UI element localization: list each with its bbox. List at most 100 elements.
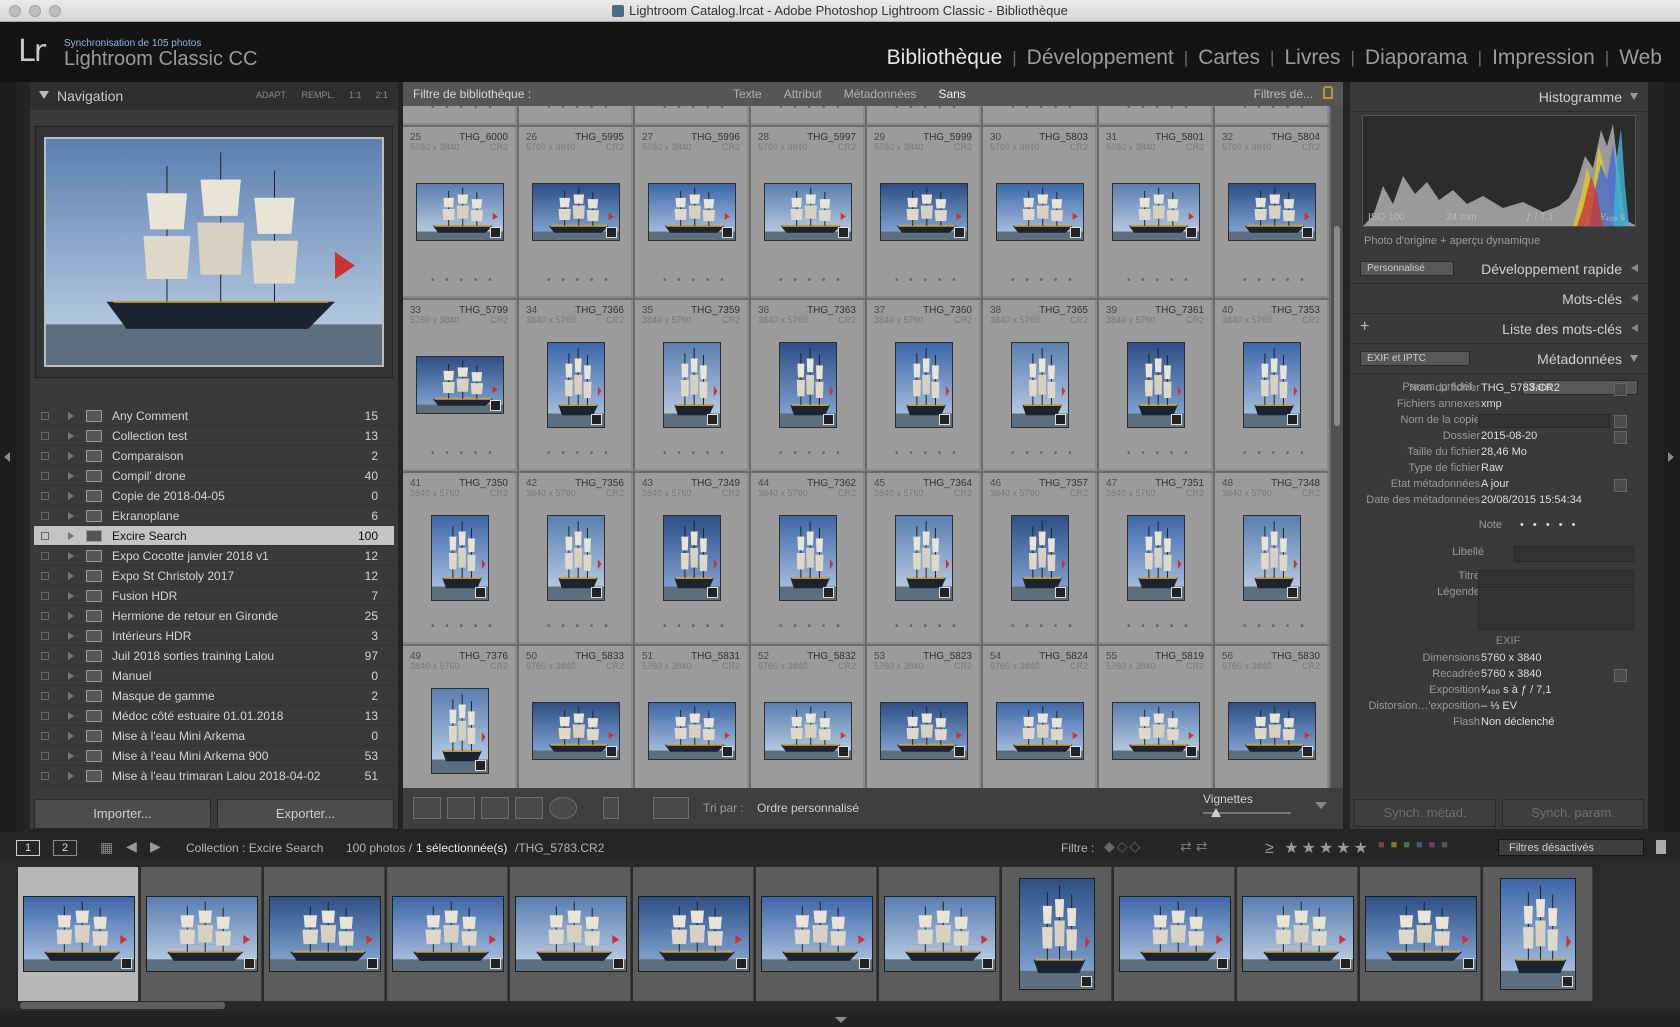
- module-1[interactable]: Développement: [1017, 46, 1184, 70]
- collection-row[interactable]: Mise à l'eau trimaran Lalou 2018-04-02 51: [34, 766, 394, 786]
- collection-row[interactable]: Expo Cocotte janvier 2018 v1 12: [34, 546, 394, 566]
- module-3[interactable]: Livres: [1274, 46, 1350, 70]
- disclosure-triangle-icon[interactable]: [68, 472, 74, 480]
- collection-checkbox[interactable]: [41, 432, 49, 440]
- disclosure-triangle-icon[interactable]: [68, 432, 74, 440]
- rating-stars[interactable]: • • • • •: [663, 621, 728, 632]
- thumbnail[interactable]: [648, 702, 736, 760]
- filmstrip-thumbnail[interactable]: [760, 896, 873, 972]
- collection-row[interactable]: Any Comment 15: [34, 406, 394, 426]
- left-panel-toggle-icon[interactable]: [4, 452, 10, 462]
- thumbnail[interactable]: [532, 702, 620, 760]
- collection-row[interactable]: Mise à l'eau Mini Arkema 900 53: [34, 746, 394, 766]
- metadata-header[interactable]: EXIF et IPTC Métadonnées: [1350, 344, 1648, 374]
- rating-stars[interactable]: • • • • •: [1520, 519, 1578, 531]
- rating-filter[interactable]: ≥ ★★★★★: [1265, 838, 1371, 858]
- metadata-badge-icon[interactable]: [707, 414, 718, 425]
- grid-cell[interactable]: 40 THG_7353 3840 x 5760 CR2 • • • • •: [1215, 300, 1329, 471]
- thumbnail[interactable]: [416, 183, 504, 241]
- rating-stars[interactable]: • • • • •: [779, 275, 844, 286]
- metadata-badge-icon[interactable]: [838, 227, 849, 238]
- grid-cell[interactable]: 55THG_58195760 x 3840CR2 • • • • •: [1099, 646, 1213, 788]
- thumbnail[interactable]: [431, 688, 489, 774]
- disclosure-triangle-icon[interactable]: [68, 412, 74, 420]
- bottom-panel-toggle-icon[interactable]: [835, 1017, 847, 1023]
- filmstrip-cell[interactable]: [879, 867, 1000, 1001]
- disclosure-triangle-icon[interactable]: [68, 672, 74, 680]
- filmstrip-cell[interactable]: [387, 867, 508, 1001]
- metadata-badge-icon[interactable]: [1081, 976, 1092, 987]
- filmstrip-thumbnail[interactable]: [22, 896, 135, 972]
- title-field[interactable]: [1478, 570, 1634, 585]
- rating-stars[interactable]: • • • • •: [895, 275, 960, 286]
- add-keyword-icon[interactable]: +: [1360, 318, 1369, 336]
- filmstrip-thumbnail[interactable]: [391, 896, 504, 972]
- rating-stars[interactable]: • • • • •: [1011, 448, 1076, 459]
- zoom-option-1[interactable]: REMPL.: [301, 90, 335, 100]
- collection-row[interactable]: Collection test 13: [34, 426, 394, 446]
- grid-cell[interactable]: • • • • •: [983, 106, 1097, 125]
- filmstrip-cell[interactable]: [1237, 867, 1358, 1001]
- module-2[interactable]: Cartes: [1188, 46, 1270, 70]
- filmstrip-cell[interactable]: [141, 867, 262, 1001]
- grid-cell[interactable]: 35 THG_7359 3840 x 5760 CR2 • • • • •: [635, 300, 749, 471]
- rating-stars[interactable]: • • • • •: [779, 448, 844, 459]
- filmstrip-thumbnail[interactable]: [883, 896, 996, 972]
- grid-cell[interactable]: 38 THG_7365 3840 x 5760 CR2 • • • • •: [983, 300, 1097, 471]
- thumbnail[interactable]: [431, 515, 489, 601]
- collection-checkbox[interactable]: [41, 492, 49, 500]
- grid-cell[interactable]: 44 THG_7362 3840 x 5760 CR2 • • • • •: [751, 473, 865, 644]
- grid-cell[interactable]: 39 THG_7361 3840 x 5760 CR2 • • • • •: [1099, 300, 1213, 471]
- disclosure-triangle-icon[interactable]: [68, 492, 74, 500]
- thumbnail[interactable]: [532, 183, 620, 241]
- zoom-option-0[interactable]: ADAPT.: [256, 90, 288, 100]
- collection-row[interactable]: Intérieurs HDR 3: [34, 626, 394, 646]
- collection-checkbox[interactable]: [41, 632, 49, 640]
- disclosure-triangle-icon[interactable]: [68, 712, 74, 720]
- edit-filter-icons[interactable]: ⇄⇄: [1180, 838, 1211, 855]
- filmstrip-scrollbar[interactable]: [20, 1002, 225, 1009]
- navigator-header[interactable]: Navigation ADAPT. REMPL. 1:1 2:1: [30, 82, 398, 110]
- rating-stars[interactable]: • • • • •: [547, 106, 612, 113]
- collection-checkbox[interactable]: [41, 472, 49, 480]
- metadata-badge-icon[interactable]: [1171, 414, 1182, 425]
- grid-cell[interactable]: 26 THG_5995 5760 x 3840 CR2 • • • • •: [519, 127, 633, 298]
- filter-option-3[interactable]: Sans: [938, 87, 965, 101]
- rating-stars[interactable]: • • • • •: [1011, 621, 1076, 632]
- metadata-badge-icon[interactable]: [1462, 958, 1474, 969]
- rating-stars[interactable]: • • • • •: [1243, 106, 1308, 113]
- collection-checkbox[interactable]: [41, 452, 49, 460]
- zoom-option-2[interactable]: 1:1: [349, 90, 362, 100]
- rating-stars[interactable]: • • • • •: [895, 448, 960, 459]
- collection-checkbox[interactable]: [41, 412, 49, 420]
- metadata-value[interactable]: A jour: [1481, 478, 1509, 490]
- rating-stars[interactable]: • • • • •: [1243, 448, 1308, 459]
- thumbnail[interactable]: [1112, 183, 1200, 241]
- rating-stars[interactable]: • • • • •: [779, 621, 844, 632]
- second-screen-button[interactable]: 2: [53, 840, 77, 856]
- metadata-badge-icon[interactable]: [1070, 746, 1081, 757]
- collection-row[interactable]: Masque de gamme 2: [34, 686, 394, 706]
- grid-cell[interactable]: 32 THG_5804 5760 x 3840 CR2 • • • • •: [1215, 127, 1329, 298]
- grid-cell[interactable]: 34 THG_7366 3840 x 5760 CR2 • • • • •: [519, 300, 633, 471]
- metadata-badge-icon[interactable]: [606, 227, 617, 238]
- metadata-badge-icon[interactable]: [1171, 587, 1182, 598]
- metadata-badge-icon[interactable]: [612, 958, 624, 969]
- color-label-field[interactable]: [1514, 546, 1634, 562]
- grid-cell[interactable]: 42 THG_7356 3840 x 5760 CR2 • • • • •: [519, 473, 633, 644]
- source-path[interactable]: Collection : Excire Search: [186, 841, 323, 855]
- right-panel-toggle-icon[interactable]: [1668, 452, 1674, 462]
- caption-field[interactable]: [1478, 586, 1634, 630]
- module-0[interactable]: Bibliothèque: [877, 46, 1013, 70]
- metadata-badge-icon[interactable]: [823, 414, 834, 425]
- rating-stars[interactable]: • • • • •: [431, 448, 496, 459]
- metadata-badge-icon[interactable]: [939, 587, 950, 598]
- filmstrip-thumbnail[interactable]: [514, 896, 627, 972]
- keyword-list-header[interactable]: + Liste des mots-clés: [1350, 314, 1648, 344]
- metadata-value[interactable]: 20/08/2015 15:54:34: [1481, 494, 1582, 506]
- rating-stars[interactable]: • • • • •: [1243, 621, 1308, 632]
- collection-row[interactable]: Fusion HDR 7: [34, 586, 394, 606]
- rating-stars[interactable]: • • • • •: [431, 621, 496, 632]
- sort-dropdown[interactable]: Ordre personnalisé: [757, 801, 859, 815]
- disclosure-triangle-icon[interactable]: [68, 572, 74, 580]
